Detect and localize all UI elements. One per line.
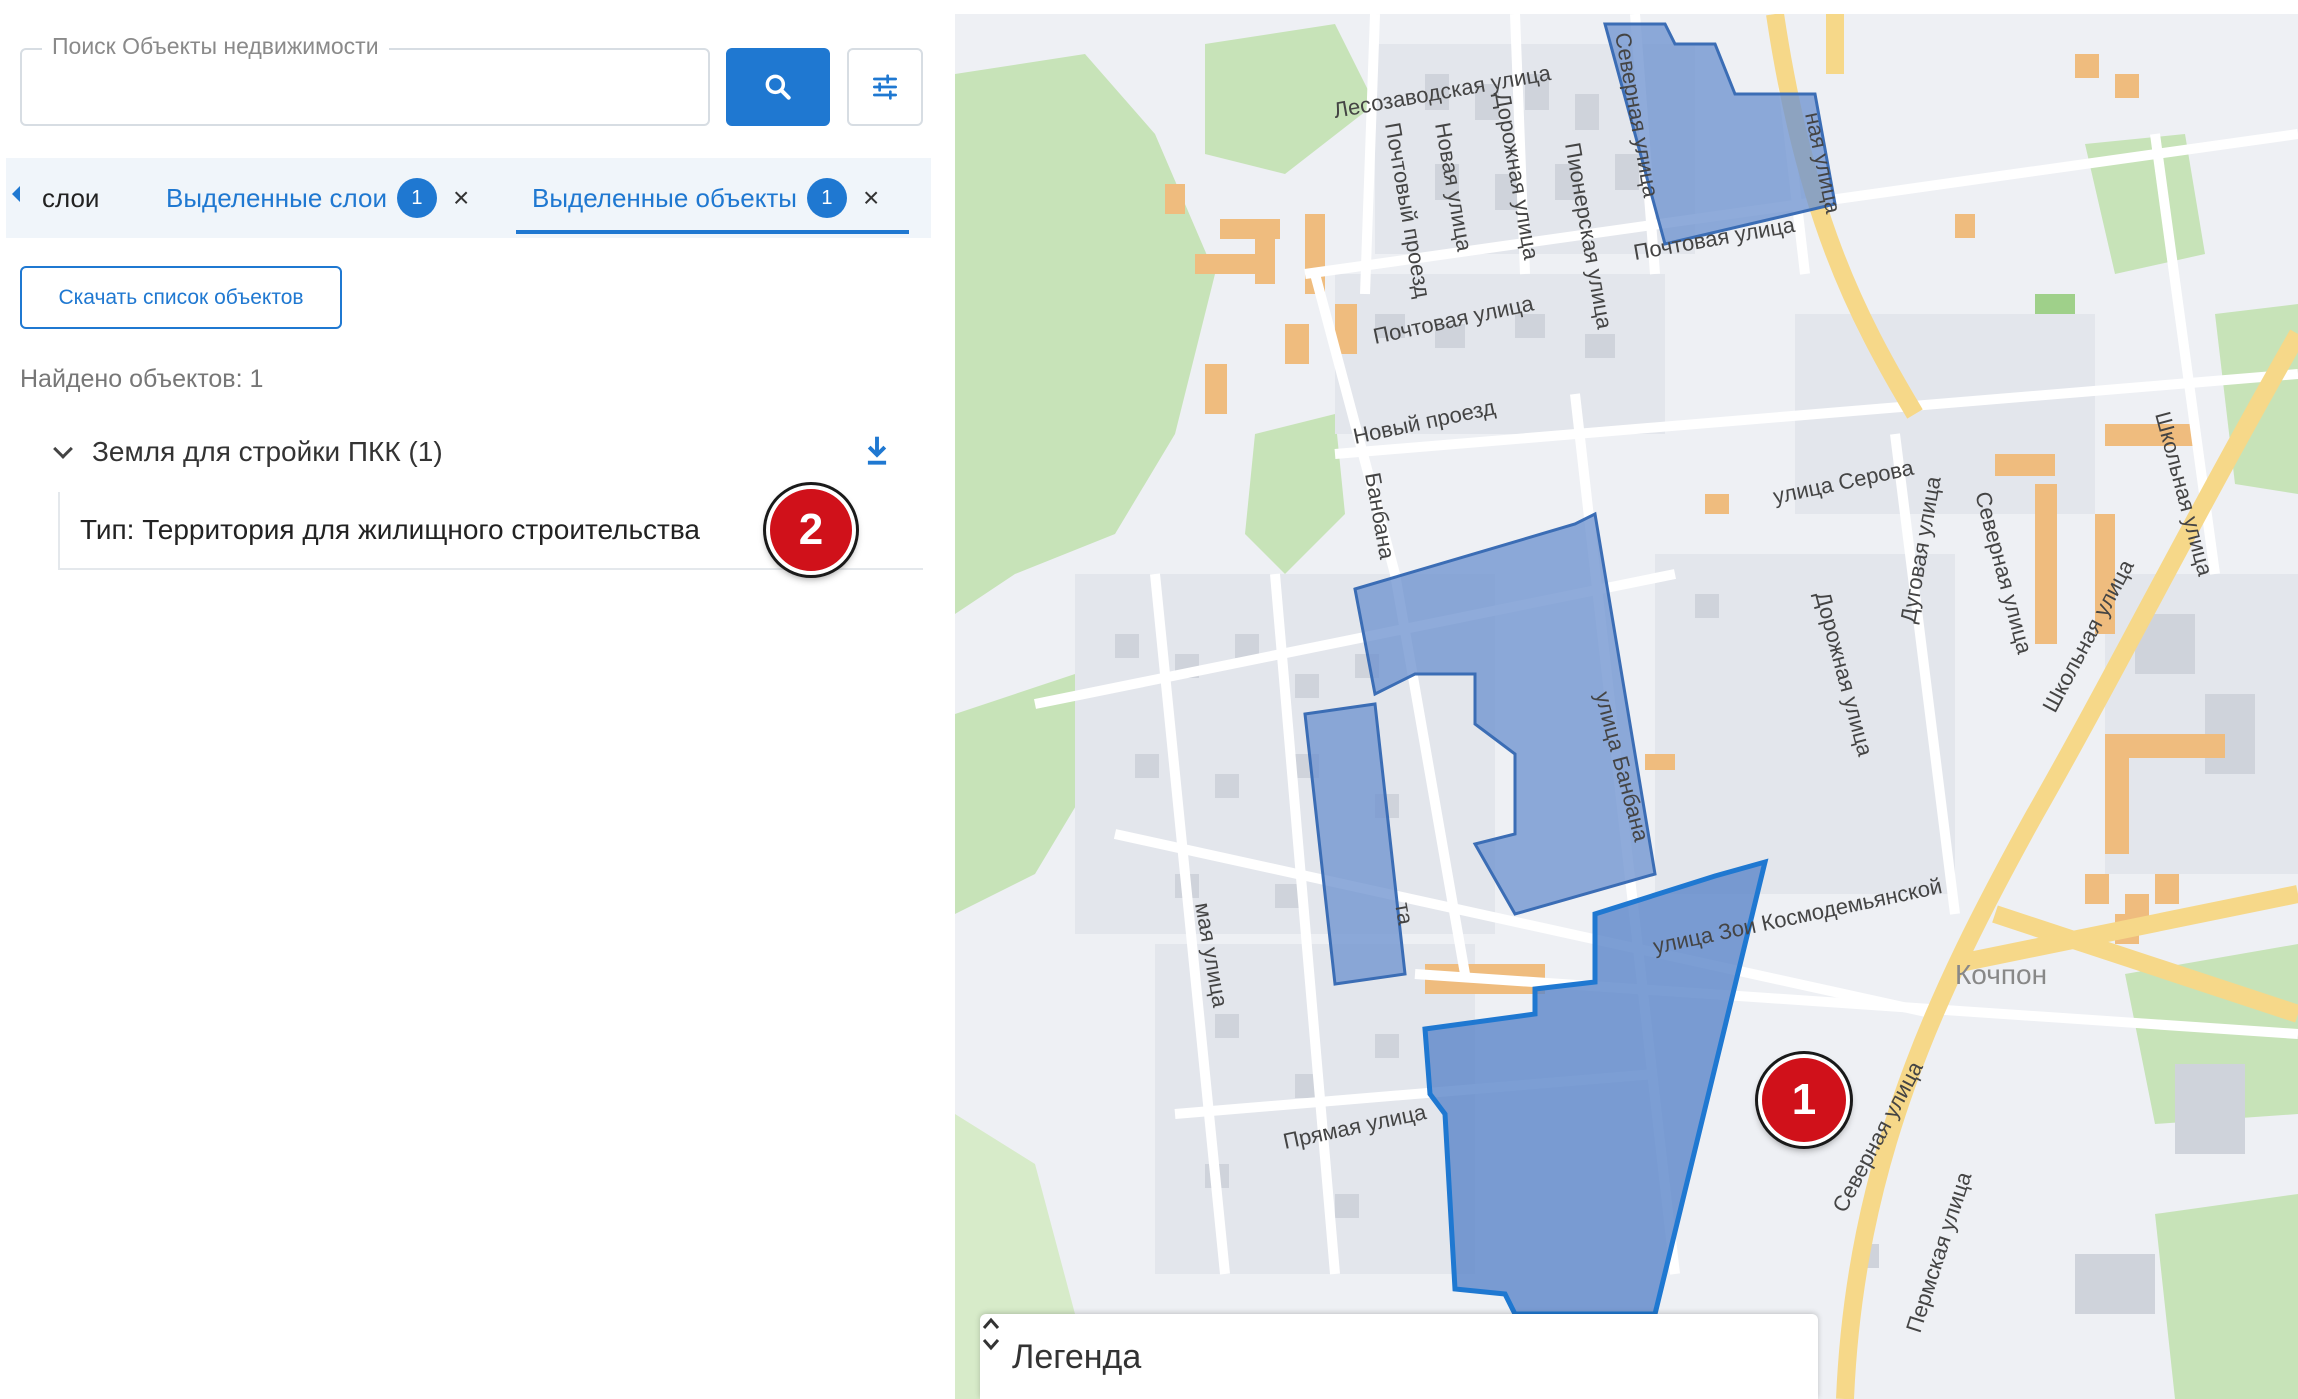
search-button[interactable] (726, 48, 830, 126)
selected-layers-count-badge: 1 (396, 178, 437, 218)
search-input[interactable] (40, 68, 690, 108)
close-icon[interactable]: × (453, 182, 469, 214)
filter-icon (873, 74, 897, 100)
tab-layers-label: слои (42, 182, 100, 213)
chevron-left-icon[interactable] (12, 186, 20, 202)
search-label: Поиск Объекты недвижимости (42, 33, 389, 60)
callout-marker-2: 2 (766, 485, 856, 575)
map-canvas[interactable]: Лесозаводская улица Почтовый проезд Нова… (955, 14, 2298, 1399)
chevron-down-icon[interactable] (53, 439, 73, 459)
left-panel: Поиск Объекты недвижимости слои Выделенн… (0, 0, 955, 1399)
legend-panel[interactable]: Легенда (980, 1314, 1818, 1399)
close-icon[interactable]: × (863, 182, 879, 214)
result-group-header[interactable]: Земля для стройки ПКК (1) (50, 432, 910, 472)
tab-selected-objects-label: Выделенные объекты (532, 182, 797, 213)
sort-toggle-icon[interactable] (980, 1314, 1002, 1354)
callout-marker-1: 1 (1758, 1054, 1850, 1146)
download-icon[interactable] (864, 434, 890, 468)
map-view[interactable]: Лесозаводская улица Почтовый проезд Нова… (955, 14, 2298, 1399)
tab-bar: слои Выделенные слои 1 × Выделенные объе… (6, 158, 931, 238)
search-field[interactable]: Поиск Объекты недвижимости (20, 33, 710, 126)
active-tab-indicator (516, 230, 910, 234)
search-icon (765, 74, 791, 100)
tab-selected-layers[interactable]: Выделенные слои 1 × (166, 158, 469, 238)
result-group-title: Земля для стройки ПКК (1) (92, 436, 443, 467)
legend-title: Легенда (1012, 1338, 1142, 1376)
tab-selected-objects[interactable]: Выделенные объекты 1 × (516, 158, 910, 238)
download-list-button[interactable]: Скачать список объектов (20, 266, 342, 329)
selected-objects-count-badge: 1 (806, 178, 847, 218)
svg-text:Кочпон: Кочпон (1955, 959, 2047, 990)
result-item-text: Тип: Территория для жилищного строительс… (80, 514, 700, 545)
found-count-text: Найдено объектов: 1 (20, 365, 264, 393)
tab-selected-layers-label: Выделенные слои (166, 182, 387, 213)
tab-layers[interactable]: слои (42, 158, 99, 238)
filter-button[interactable] (847, 48, 923, 126)
